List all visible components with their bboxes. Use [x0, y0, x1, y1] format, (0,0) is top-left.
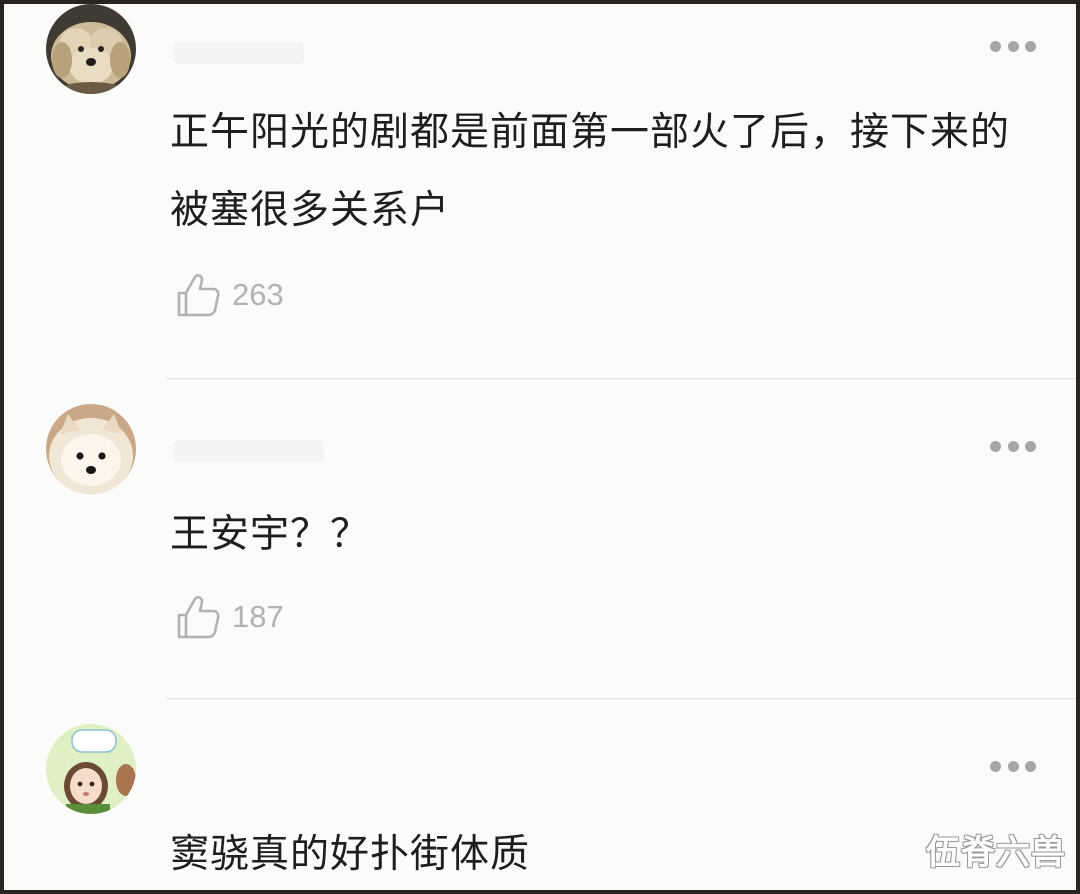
- user-avatar[interactable]: [46, 4, 136, 94]
- username-placeholder[interactable]: [174, 42, 304, 64]
- more-options-button[interactable]: [990, 440, 1036, 452]
- comment-item: 王安宇？？ 187: [4, 402, 1076, 702]
- username-placeholder[interactable]: [174, 440, 324, 462]
- thumbs-up-icon: [177, 274, 220, 317]
- more-options-button[interactable]: [990, 40, 1036, 52]
- thumbs-up-icon: [177, 596, 220, 639]
- comment-item: 窦骁真的好扑街体质: [4, 720, 1076, 890]
- pomeranian-dog-avatar: [46, 404, 136, 494]
- user-avatar[interactable]: [46, 724, 136, 814]
- like-count: 263: [232, 277, 284, 312]
- more-options-button[interactable]: [990, 760, 1036, 772]
- more-dots-icon: [990, 440, 1001, 452]
- divider: [166, 378, 1076, 379]
- comment-item: 正午阳光的剧都是前面第一部火了后，接下来的被塞很多关系户 263: [4, 4, 1076, 382]
- comment-text: 正午阳光的剧都是前面第一部火了后，接下来的被塞很多关系户: [170, 110, 1011, 233]
- comment-text: 窦骁真的好扑街体质: [170, 832, 531, 877]
- like-button[interactable]: 263: [176, 270, 284, 320]
- comment-text: 王安宇？？: [170, 512, 371, 557]
- like-count: 187: [232, 599, 284, 634]
- more-dots-icon: [990, 760, 1001, 772]
- cartoon-girl-avatar: [46, 724, 136, 814]
- poodle-dog-avatar: [46, 4, 136, 94]
- more-dots-icon: [990, 40, 1001, 52]
- like-button[interactable]: 187: [176, 592, 284, 642]
- user-avatar[interactable]: [46, 404, 136, 494]
- divider: [166, 698, 1076, 699]
- watermark: 伍脊六兽: [926, 833, 1066, 873]
- comment-list: 正午阳光的剧都是前面第一部火了后，接下来的被塞很多关系户 263 王安宇？？ 1…: [0, 0, 1080, 894]
